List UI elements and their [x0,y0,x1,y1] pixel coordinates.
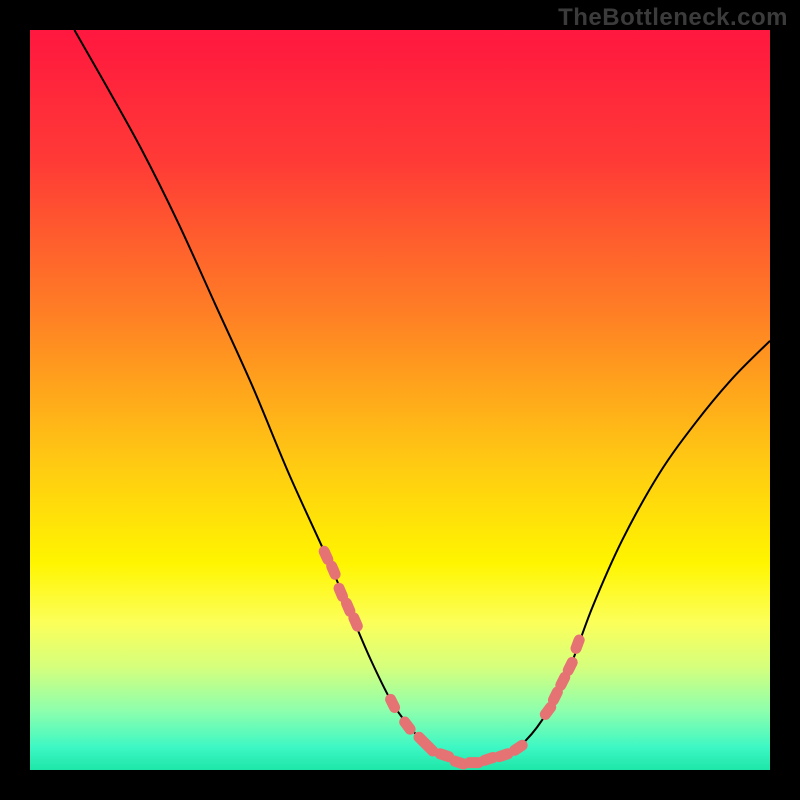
watermark-text: TheBottleneck.com [558,4,788,32]
chart-frame: TheBottleneck.com [0,0,800,800]
plot-area [30,30,770,770]
chart-svg [30,30,770,770]
gradient-background [30,30,770,770]
